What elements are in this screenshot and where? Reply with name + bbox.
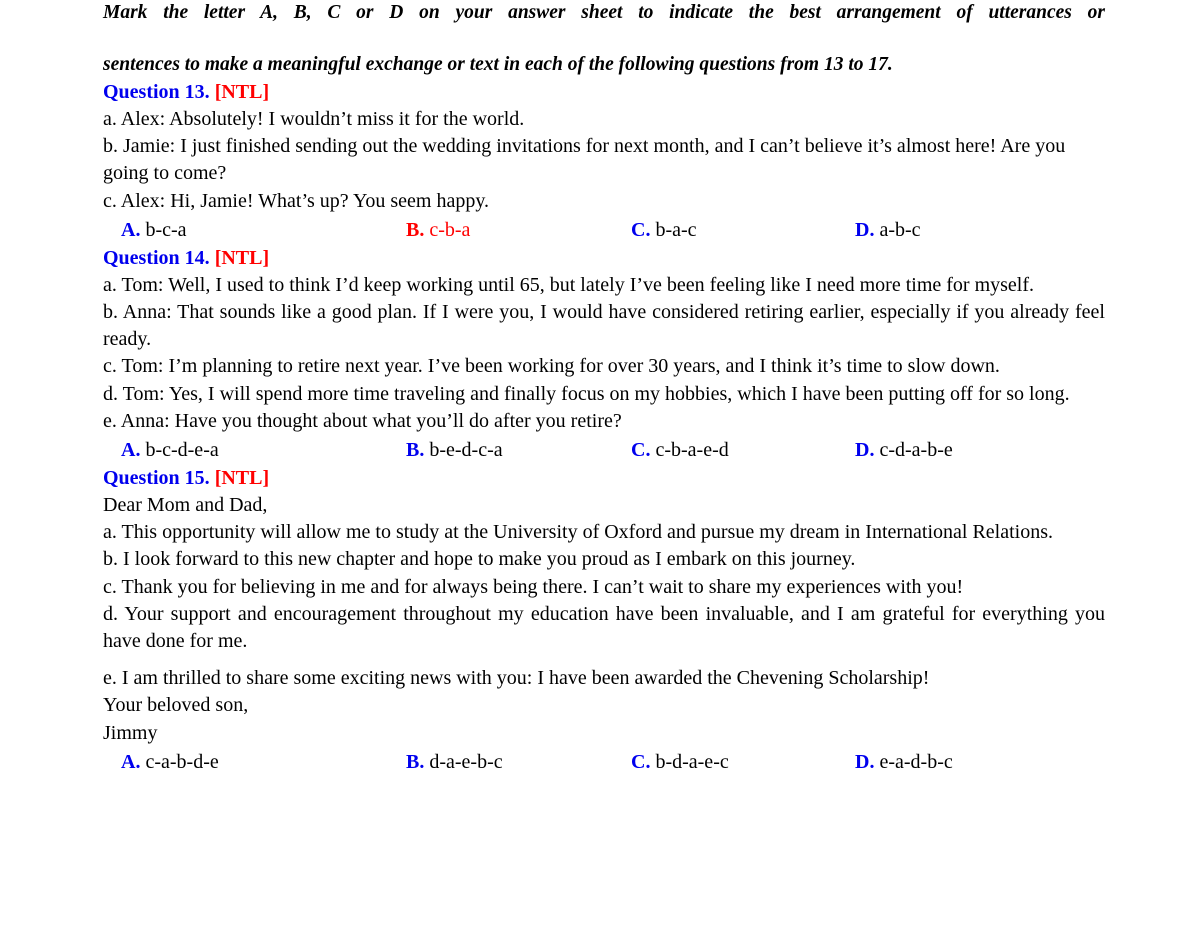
option-value: c-a-b-d-e [145, 750, 219, 773]
option-b[interactable]: B. c-b-a [406, 217, 470, 244]
option-value: b-e-d-c-a [429, 439, 503, 462]
utterance-item: a. This opportunity will allow me to stu… [103, 521, 1054, 544]
option-a[interactable]: A. b-c-a [121, 217, 187, 244]
utterance-item: c. Tom: I’m planning to retire next year… [103, 355, 1000, 378]
option-value: e-a-d-b-c [879, 750, 953, 773]
option-letter: B. [406, 750, 425, 773]
option-letter: B. [406, 439, 425, 462]
option-b[interactable]: B. b-e-d-c-a [406, 437, 503, 464]
option-a[interactable]: A. c-a-b-d-e [121, 749, 219, 776]
utterance-item: d. Your support and encouragement throug… [103, 602, 1105, 653]
document-page: Mark the letter A, B, C or D on your ans… [0, 0, 1187, 930]
option-letter: C. [631, 439, 651, 462]
option-letter: D. [855, 750, 875, 773]
utterance-item: a. Tom: Well, I used to think I’d keep w… [103, 273, 1035, 296]
option-c[interactable]: C. b-d-a-e-c [631, 749, 729, 776]
option-letter: C. [631, 750, 651, 773]
option-b[interactable]: B. d-a-e-b-c [406, 749, 503, 776]
option-d[interactable]: D. c-d-a-b-e [855, 437, 953, 464]
answer-options-14: A. b-c-d-e-a B. b-e-d-c-a C. c-b-a-e-d D… [103, 435, 1105, 464]
option-value: b-c-a [145, 218, 187, 241]
instruction-line-1: Mark the letter A, B, C or D on your ans… [103, 2, 1105, 23]
option-c[interactable]: C. b-a-c [631, 217, 697, 244]
answer-options-15: A. c-a-b-d-e B. d-a-e-b-c C. b-d-a-e-c D… [103, 747, 1105, 776]
question-label-15: Question 15. [103, 467, 210, 490]
option-value: c-d-a-b-e [879, 439, 953, 462]
option-value: b-a-c [655, 218, 697, 241]
option-letter: B. [406, 218, 425, 241]
answer-options-13: A. b-c-a B. c-b-a C. b-a-c D. a-b-c [103, 215, 1105, 244]
option-d[interactable]: D. a-b-c [855, 217, 921, 244]
question-tag-13: [NTL] [214, 81, 270, 103]
option-value: b-c-d-e-a [145, 439, 219, 462]
question-label-14: Question 14. [103, 246, 210, 269]
option-value: d-a-e-b-c [429, 750, 503, 773]
option-value: c-b-a [429, 218, 471, 241]
utterance-item: b. Anna: That sounds like a good plan. I… [103, 301, 1105, 351]
option-value: c-b-a-e-d [655, 439, 729, 462]
option-c[interactable]: C. c-b-a-e-d [631, 437, 729, 464]
option-value: a-b-c [879, 218, 921, 241]
utterance-item: e. I am thrilled to share some exciting … [103, 667, 930, 690]
letter-salutation: Dear Mom and Dad, [103, 494, 268, 517]
utterance-item: c. Alex: Hi, Jamie! What’s up? You seem … [103, 189, 490, 212]
option-d[interactable]: D. e-a-d-b-c [855, 749, 953, 776]
option-letter: A. [121, 750, 141, 773]
option-value: b-d-a-e-c [655, 750, 729, 773]
option-letter: D. [855, 218, 875, 241]
question-heading-13: Question 13. [NTL] [103, 78, 1105, 106]
question-tag-14: [NTL] [214, 246, 270, 269]
option-letter: A. [121, 439, 141, 462]
utterance-item: c. Thank you for believing in me and for… [103, 575, 964, 598]
letter-signature: Jimmy [103, 721, 158, 744]
option-letter: D. [855, 439, 875, 462]
utterance-item: b. Jamie: I just finished sending out th… [103, 135, 1066, 185]
question-heading-14: Question 14. [NTL] [103, 244, 1105, 272]
option-letter: C. [631, 218, 651, 241]
instruction-line-2: sentences to make a meaningful exchange … [103, 54, 893, 75]
question-label-13: Question 13. [103, 81, 210, 103]
option-letter: A. [121, 218, 141, 241]
utterance-item: b. I look forward to this new chapter an… [103, 548, 856, 571]
utterance-item: d. Tom: Yes, I will spend more time trav… [103, 382, 1070, 405]
instruction-block: Mark the letter A, B, C or D on your ans… [103, 0, 1105, 78]
option-a[interactable]: A. b-c-d-e-a [121, 437, 219, 464]
utterance-item: a. Alex: Absolutely! I wouldn’t miss it … [103, 108, 525, 130]
question-heading-15: Question 15. [NTL] [103, 464, 1105, 492]
question-tag-15: [NTL] [214, 467, 270, 490]
letter-closing: Your beloved son, [103, 694, 249, 717]
utterance-item: e. Anna: Have you thought about what you… [103, 409, 622, 432]
